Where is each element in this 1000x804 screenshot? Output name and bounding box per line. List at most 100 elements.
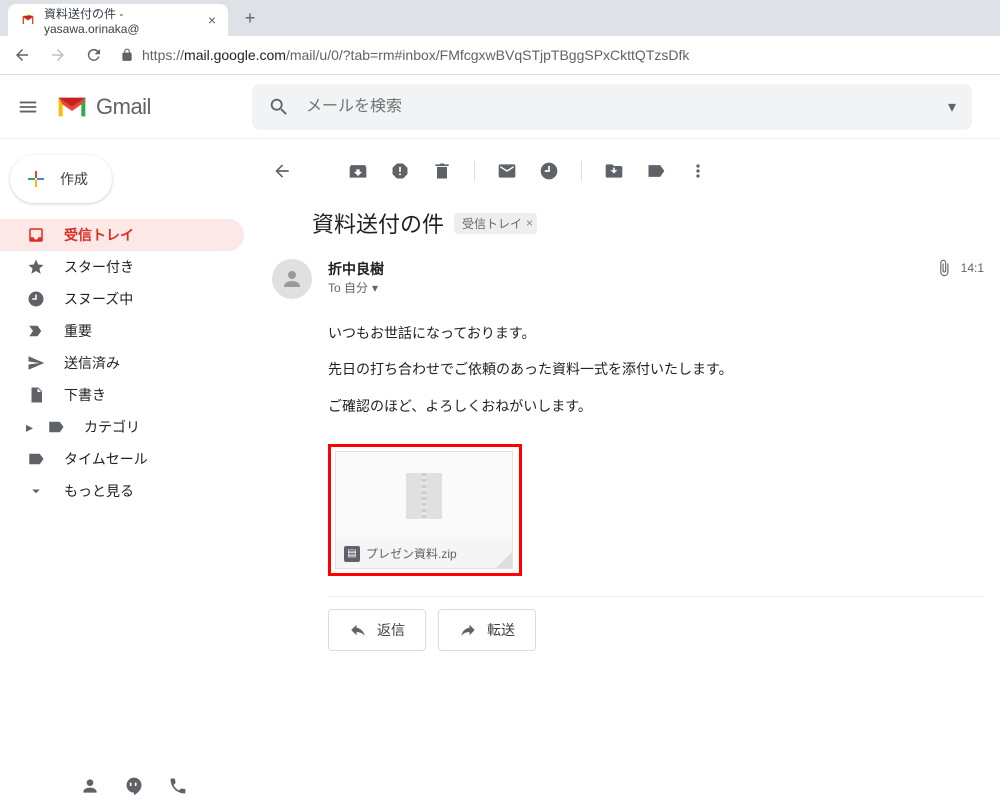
forward-button[interactable]: 転送: [438, 609, 536, 651]
nav-drafts[interactable]: 下書き: [0, 379, 244, 411]
attachment-preview: [336, 452, 512, 539]
attachment-footer: ▤ プレゼン資料.zip: [336, 539, 512, 568]
toolbar-divider: [581, 161, 582, 181]
back-to-inbox-button[interactable]: [272, 161, 292, 181]
search-options-icon[interactable]: ▾: [948, 97, 956, 117]
snooze-button[interactable]: [539, 161, 559, 181]
hangouts-icon[interactable]: [124, 776, 144, 796]
reply-row: 返信 転送: [256, 597, 1000, 663]
reply-label: 返信: [377, 620, 405, 640]
nav-sent[interactable]: 送信済み: [0, 347, 244, 379]
nav-label: 下書き: [64, 385, 106, 405]
nav-label: スヌーズ中: [64, 289, 133, 309]
nav-label: タイムセール: [64, 449, 148, 469]
new-tab-button[interactable]: +: [236, 4, 264, 32]
attachment-highlight: ▤ プレゼン資料.zip: [328, 444, 522, 576]
search-box[interactable]: ▾: [252, 84, 972, 130]
tab-title: 資料送付の件 - yasawa.orinaka@: [44, 5, 192, 36]
email-subject: 資料送付の件: [312, 207, 444, 239]
gmail-favicon: [20, 12, 36, 28]
phone-icon[interactable]: [168, 776, 188, 796]
nav-snoozed[interactable]: スヌーズ中: [0, 283, 244, 315]
compose-button[interactable]: 作成: [10, 155, 112, 203]
tab-bar: 資料送付の件 - yasawa.orinaka@ × +: [0, 0, 1000, 36]
label-icon: [46, 418, 66, 436]
move-to-button[interactable]: [604, 161, 624, 181]
attachment-card[interactable]: ▤ プレゼン資料.zip: [335, 451, 513, 569]
search-input[interactable]: [306, 98, 932, 116]
chip-remove-icon[interactable]: ×: [526, 216, 533, 230]
attachment-icon: [935, 259, 953, 277]
body-line: 先日の打ち合わせでご依頼のあった資料一式を添付いたします。: [328, 351, 984, 387]
chevron-down-icon: [26, 482, 46, 500]
nav-label: カテゴリ: [84, 417, 140, 437]
back-button[interactable]: [12, 45, 32, 65]
label-icon: [26, 450, 46, 468]
zip-badge-icon: ▤: [344, 546, 360, 562]
reload-button[interactable]: [84, 45, 104, 65]
gmail-logo-icon: [56, 95, 88, 119]
nav-inbox[interactable]: 受信トレイ: [0, 219, 244, 251]
nav-label: 重要: [64, 321, 92, 341]
clock-icon: [26, 290, 46, 308]
nav-timesale[interactable]: タイムセール: [0, 443, 244, 475]
reply-button[interactable]: 返信: [328, 609, 426, 651]
body-line: ご確認のほど、よろしくおねがいします。: [328, 388, 984, 424]
important-icon: [26, 322, 46, 340]
email-time: 14:1: [961, 261, 984, 275]
url-field[interactable]: https://mail.google.com/mail/u/0/?tab=rm…: [120, 47, 988, 63]
main-menu-button[interactable]: [16, 95, 40, 119]
send-icon: [26, 354, 46, 372]
plus-icon: [24, 167, 48, 191]
url-text: https://mail.google.com/mail/u/0/?tab=rm…: [142, 47, 689, 63]
contacts-icon[interactable]: [80, 776, 100, 796]
nav-categories[interactable]: ▸ カテゴリ: [0, 411, 244, 443]
nav-list: 受信トレイ スター付き スヌーズ中 重要 送信済み 下書き: [0, 219, 256, 507]
body-line: いつもお世話になっております。: [328, 315, 984, 351]
search-icon[interactable]: [268, 96, 290, 118]
star-icon: [26, 258, 46, 276]
sender-to[interactable]: To 自分 ▾: [328, 279, 919, 296]
nav-label: 送信済み: [64, 353, 120, 373]
inbox-label-chip[interactable]: 受信トレイ ×: [454, 213, 537, 234]
chevron-down-icon: ▾: [372, 281, 378, 295]
sender-row: 折中良樹 To 自分 ▾ 14:1: [256, 251, 1000, 307]
more-button[interactable]: [688, 161, 708, 181]
nav-label: もっと見る: [64, 481, 134, 501]
labels-button[interactable]: [646, 161, 666, 181]
mark-unread-button[interactable]: [497, 161, 517, 181]
archive-button[interactable]: [348, 161, 368, 181]
sender-avatar[interactable]: [272, 259, 312, 299]
tab-close-icon[interactable]: ×: [208, 12, 216, 28]
toolbar: [256, 147, 1000, 195]
draft-icon: [26, 386, 46, 404]
sidebar: 作成 受信トレイ スター付き スヌーズ中 重要 送信済み: [0, 139, 256, 769]
address-bar: https://mail.google.com/mail/u/0/?tab=rm…: [0, 36, 1000, 74]
toolbar-divider: [474, 161, 475, 181]
nav-label: 受信トレイ: [64, 225, 134, 245]
email-body: いつもお世話になっております。 先日の打ち合わせでご依頼のあった資料一式を添付い…: [256, 307, 1000, 432]
content: 資料送付の件 受信トレイ × 折中良樹 To 自分 ▾ 14:1: [256, 139, 1000, 769]
forward-button[interactable]: [48, 45, 68, 65]
reply-icon: [349, 621, 367, 639]
gmail-logo[interactable]: Gmail: [56, 94, 236, 120]
sender-info: 折中良樹 To 自分 ▾: [328, 259, 919, 296]
browser-tab[interactable]: 資料送付の件 - yasawa.orinaka@ ×: [8, 4, 228, 36]
email-meta: 14:1: [935, 259, 984, 277]
attachment-filename: プレゼン資料.zip: [366, 545, 457, 562]
sender-name: 折中良樹: [328, 259, 919, 279]
chip-text: 受信トレイ: [462, 215, 522, 232]
nav-important[interactable]: 重要: [0, 315, 244, 347]
gmail-header: Gmail ▾: [0, 75, 1000, 139]
zip-file-icon: [406, 473, 442, 519]
report-spam-button[interactable]: [390, 161, 410, 181]
nav-starred[interactable]: スター付き: [0, 251, 244, 283]
nav-more[interactable]: もっと見る: [0, 475, 244, 507]
bottom-bar: [0, 768, 188, 804]
delete-button[interactable]: [432, 161, 452, 181]
compose-label: 作成: [60, 169, 88, 189]
caret-right-icon: ▸: [26, 419, 38, 436]
subject-row: 資料送付の件 受信トレイ ×: [256, 195, 1000, 251]
browser-chrome: 資料送付の件 - yasawa.orinaka@ × + https://mai…: [0, 0, 1000, 75]
lock-icon: [120, 48, 134, 62]
